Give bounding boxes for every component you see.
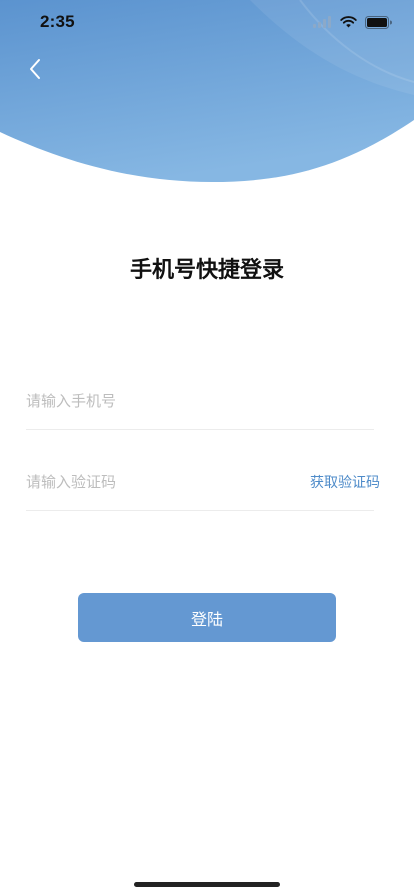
chevron-left-icon	[30, 59, 40, 79]
status-icons	[313, 15, 392, 29]
wifi-icon	[340, 16, 357, 28]
phone-input[interactable]	[26, 381, 286, 421]
phone-divider	[26, 429, 374, 430]
status-time: 2:35	[40, 12, 75, 31]
get-code-button[interactable]: 获取验证码	[310, 472, 380, 492]
battery-icon	[365, 15, 392, 29]
phone-field	[26, 381, 374, 421]
page-title: 手机号快捷登录	[129, 258, 284, 283]
status-bar: 2:35	[0, 0, 414, 44]
login-button[interactable]: 登陆	[78, 593, 336, 642]
signal-icon	[313, 16, 331, 28]
back-button[interactable]	[20, 54, 50, 84]
home-indicator	[134, 882, 280, 887]
verification-code-input[interactable]	[26, 462, 286, 502]
code-divider	[26, 510, 374, 511]
